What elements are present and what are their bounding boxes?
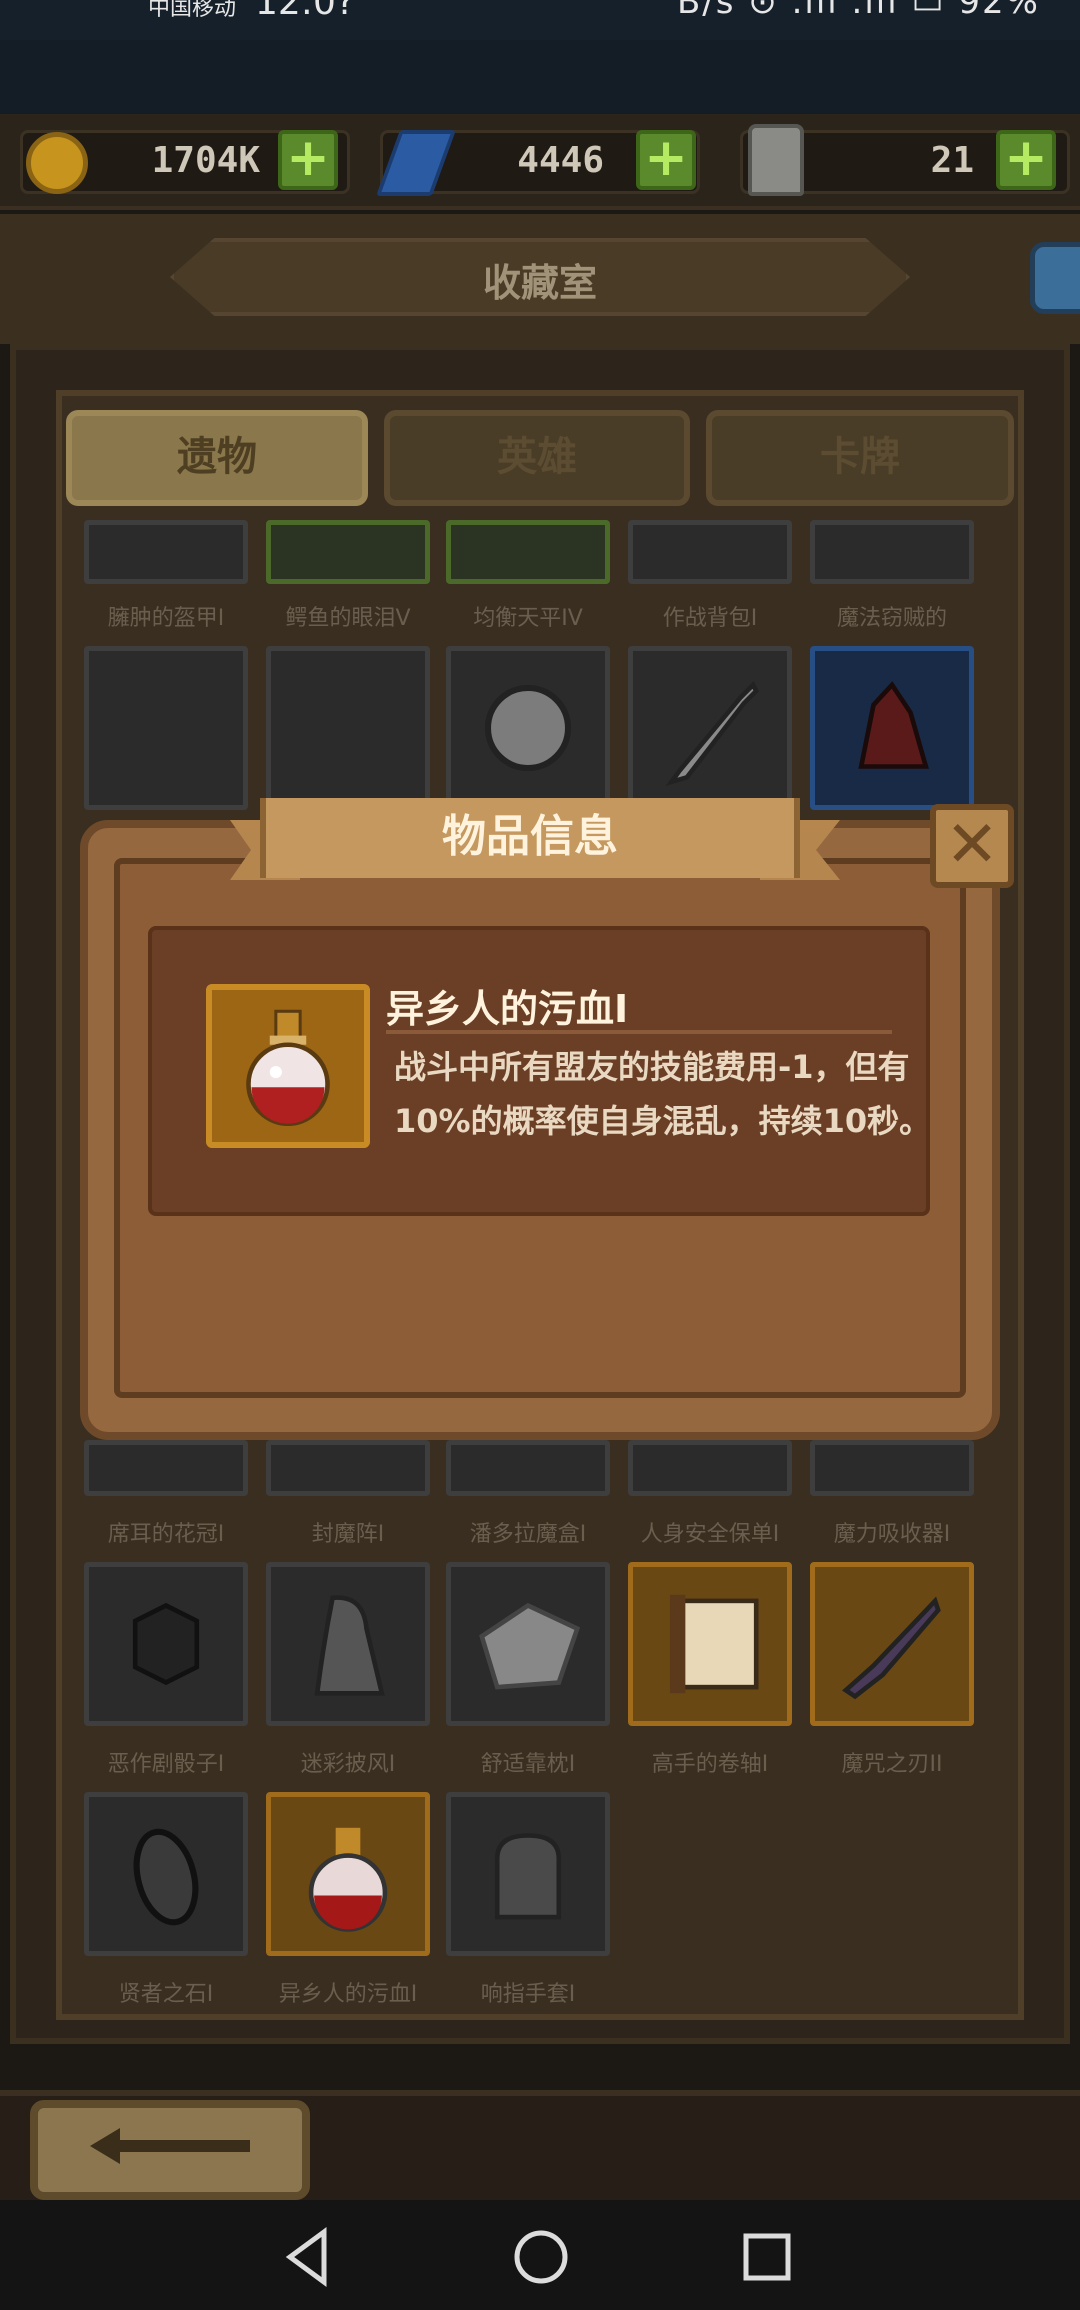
item-name: 异乡人的污血I [386, 987, 629, 1031]
item-name-divider [386, 1030, 892, 1034]
modal-title: 物品信息 [442, 811, 618, 862]
item-description: 战斗中所有盟友的技能费用-1，但有10%的概率使自身混乱，持续10秒。 [394, 1048, 932, 1140]
potion-icon [246, 1009, 330, 1127]
item-icon-frame [206, 984, 370, 1148]
close-button[interactable]: ✕ [930, 804, 1014, 888]
